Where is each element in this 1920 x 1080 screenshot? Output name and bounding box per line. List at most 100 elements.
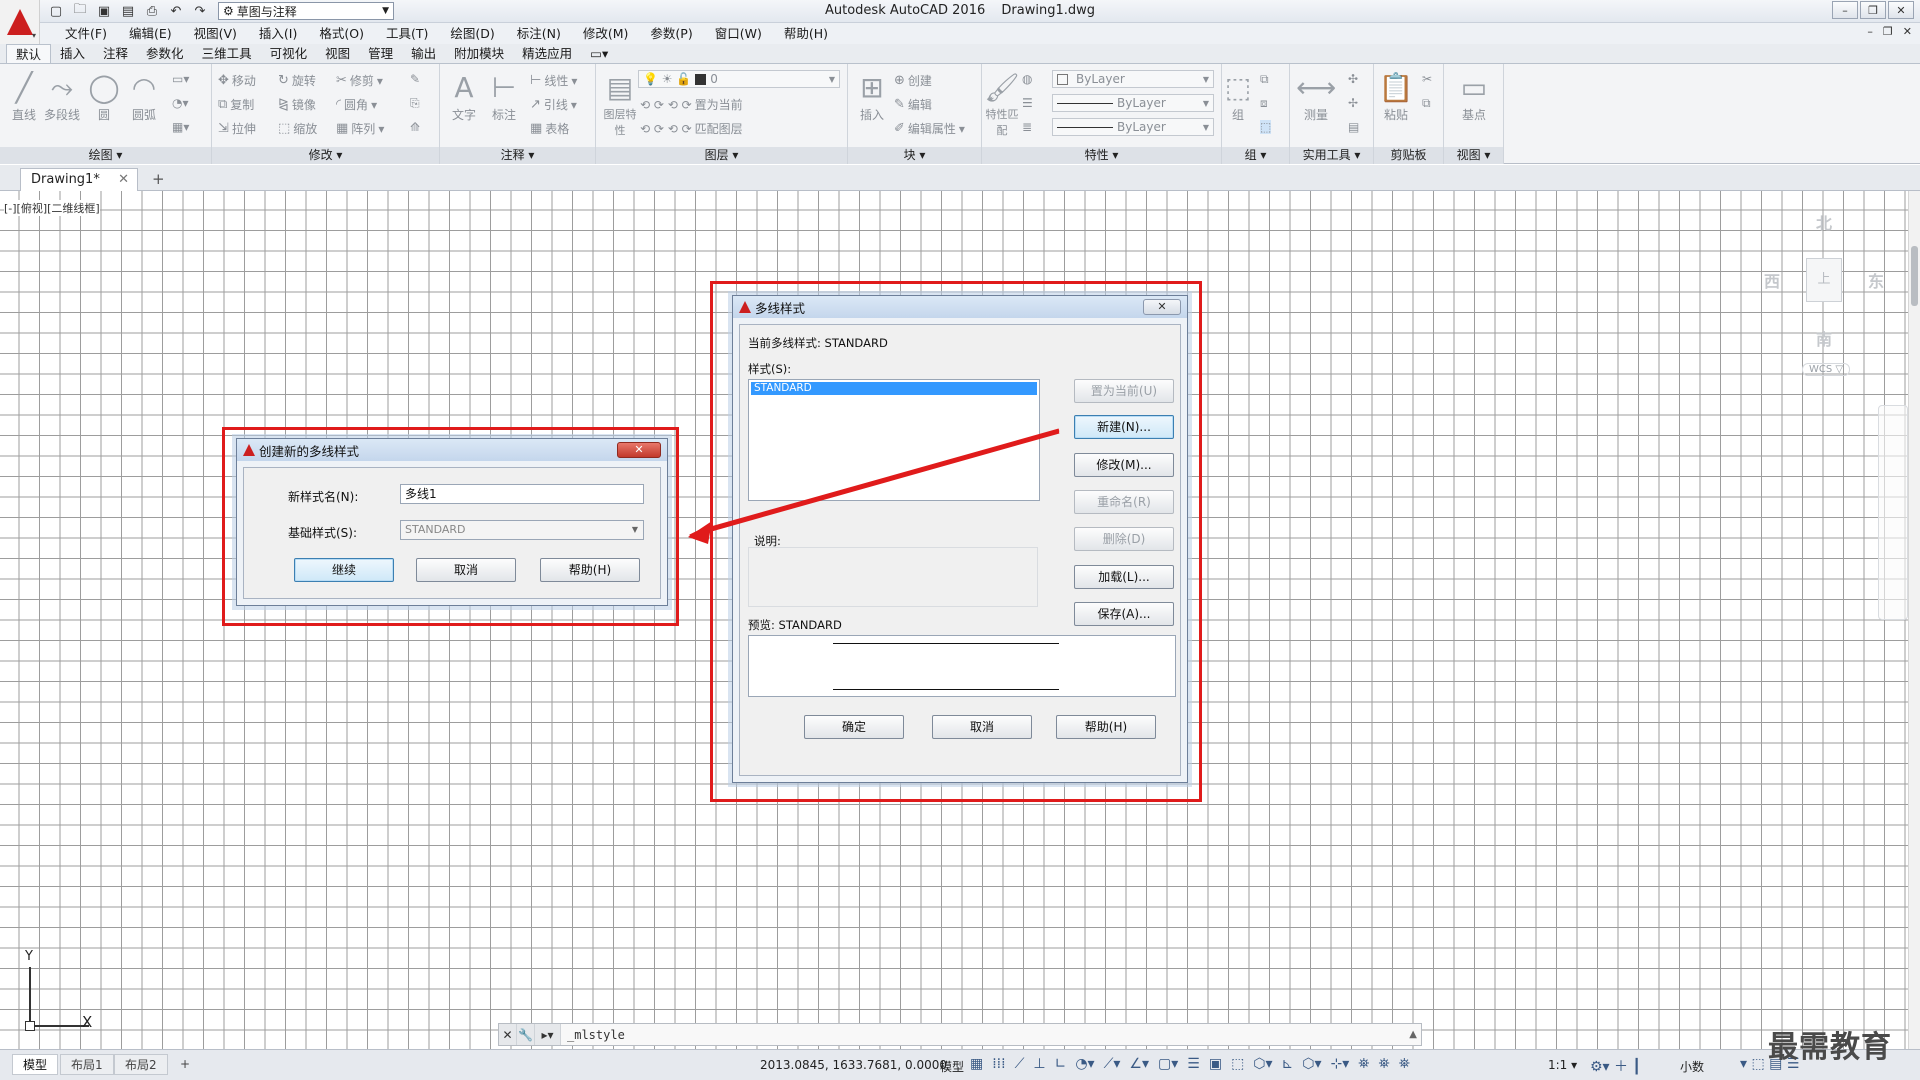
dialog-close-button[interactable]: ✕ (617, 442, 661, 458)
tab-featured-apps[interactable]: 精选应用 (513, 44, 581, 63)
list-icon[interactable]: ≣ (1022, 120, 1032, 134)
redo-icon[interactable]: ↷ (190, 2, 210, 20)
circle-tool[interactable]: ◯ 圆 (84, 70, 124, 123)
panel-title-modify[interactable]: 修改 ▾ (212, 147, 439, 164)
isodraft-icon[interactable]: ⟋▾ (1104, 1056, 1121, 1072)
close-tab-icon[interactable]: ✕ (118, 169, 129, 190)
panel-title-draw[interactable]: 绘图 ▾ (0, 147, 211, 164)
set-current-button[interactable]: 置为当前(U) (1074, 379, 1174, 403)
annotation-scale-dropdown[interactable]: 1:1 ▾ (1548, 1058, 1577, 1072)
viewcube-north[interactable]: 北 (1816, 210, 1832, 234)
rectangle-icon[interactable]: ▭▾ (172, 72, 189, 86)
base-style-select[interactable]: STANDARD ▼ (400, 520, 644, 540)
navigation-bar[interactable] (1878, 405, 1908, 620)
copy-clip-icon[interactable]: ⧉ (1422, 96, 1431, 111)
color-dropdown[interactable]: ByLayer ▼ (1052, 70, 1214, 88)
tab-addins[interactable]: 附加模块 (445, 44, 513, 63)
undo-icon[interactable]: ↶ (166, 2, 186, 20)
table-tool[interactable]: ▦ 表格 (530, 120, 569, 137)
create-block-tool[interactable]: ⊕ 创建 (894, 72, 932, 89)
model-space-toggle[interactable]: 模型 (940, 1058, 964, 1075)
save-icon[interactable]: ▣ (94, 2, 114, 20)
menu-view[interactable]: 视图(V) (183, 23, 248, 44)
dialog-close-button[interactable]: ✕ (1143, 299, 1181, 315)
grid-icon[interactable]: ▦ (970, 1056, 983, 1072)
add-layout-button[interactable]: + (170, 1054, 200, 1075)
rotate-tool[interactable]: ↻ 旋转 (278, 72, 316, 89)
lineweight-dropdown[interactable]: ByLayer ▼ (1052, 118, 1214, 136)
annotation-scale-icon[interactable]: ⛯ (1399, 1056, 1410, 1072)
object-snap-icon[interactable]: ▢▾ (1158, 1056, 1178, 1072)
insert-block-tool[interactable]: ⊞ 插入 (852, 70, 892, 123)
viewcube[interactable]: 北 西 东 南 上 WCS ▽ (1760, 210, 1900, 380)
cancel-button[interactable]: 取消 (416, 558, 516, 582)
edit-block-tool[interactable]: ✎ 编辑 (894, 96, 932, 113)
units-dropdown[interactable]: 小数 (1680, 1058, 1704, 1075)
layer-dropdown[interactable]: 💡 ☀ 🔓 0 ▼ (638, 70, 840, 88)
maximize-button[interactable]: ❐ (1860, 1, 1886, 19)
ok-button[interactable]: 确定 (804, 715, 904, 739)
tab-parametric[interactable]: 参数化 (137, 44, 193, 63)
command-history-icon[interactable]: ▸▾ (535, 1024, 561, 1045)
help-button[interactable]: 帮助(H) (1056, 715, 1156, 739)
tab-home[interactable]: 默认 (6, 44, 52, 63)
save-as-icon[interactable]: ▤ (118, 2, 138, 20)
selection-filter-icon[interactable]: ⬡▾ (1302, 1056, 1321, 1072)
panel-title-annotation[interactable]: 注释 ▾ (440, 147, 595, 164)
wcs-menu[interactable]: WCS ▽ (1802, 363, 1851, 376)
lineweight-icon[interactable]: ☰ (1187, 1056, 1200, 1072)
leader-tool[interactable]: ↗ 引线 ▾ (530, 96, 577, 113)
point-icon[interactable]: ✢ (1348, 96, 1358, 110)
match-properties-tool[interactable]: 🖌 特性匹配 (982, 70, 1022, 138)
menu-dimension[interactable]: 标注(N) (506, 23, 572, 44)
scrollbar-thumb[interactable] (1911, 246, 1918, 306)
fillet-tool[interactable]: ◜ 圆角 ▾ (336, 96, 377, 113)
wrench-icon[interactable]: 🔧 (517, 1024, 535, 1045)
styles-list[interactable]: STANDARD (748, 379, 1040, 501)
panel-title-properties[interactable]: 特性 ▾ (982, 147, 1221, 164)
panel-title-view[interactable]: 视图 ▾ (1444, 147, 1503, 164)
layer-tools-row2[interactable]: ⟲ ⟳ ⟲ ⟳ 匹配图层 (640, 120, 743, 137)
infer-icon[interactable]: ⟋ (1015, 1056, 1025, 1072)
panel-title-groups[interactable]: 组 ▾ (1222, 147, 1289, 164)
tab-output[interactable]: 输出 (402, 44, 445, 63)
new-tab-button[interactable]: + (152, 170, 165, 188)
panel-title-block[interactable]: 块 ▾ (848, 147, 981, 164)
object-snap-tracking-icon[interactable]: ∠▾ (1129, 1056, 1149, 1072)
viewcube-south[interactable]: 南 (1816, 326, 1832, 350)
annotation-autoscale-icon[interactable]: ⛯ (1379, 1056, 1390, 1072)
panel-title-clipboard[interactable]: 剪贴板 (1374, 147, 1443, 164)
linetype-dropdown[interactable]: ByLayer ▼ (1052, 94, 1214, 112)
workspace-switch-icon[interactable]: ⚙▾ ＋ ┃ (1590, 1056, 1641, 1076)
panel-title-layers[interactable]: 图层 ▾ (596, 147, 847, 164)
measure-tool[interactable]: ⟷ 测量 (1296, 70, 1336, 123)
coordinate-readout[interactable]: 2013.0845, 1633.7681, 0.0000 (760, 1058, 947, 1072)
menu-insert[interactable]: 插入(I) (248, 23, 308, 44)
ungroup-icon[interactable]: ⧉ (1260, 72, 1269, 87)
text-tool[interactable]: A 文字 (444, 70, 484, 123)
tab-3d-tools[interactable]: 三维工具 (193, 44, 261, 63)
workspace-selector[interactable]: ⚙ 草图与注释 ▼ (218, 2, 394, 20)
polyline-tool[interactable]: ⤳ 多段线 (42, 70, 82, 123)
menu-help[interactable]: 帮助(H) (773, 23, 839, 44)
3d-osnap-icon[interactable]: ⬡▾ (1253, 1056, 1272, 1072)
dimension-tool[interactable]: ⊢ 标注 (484, 70, 524, 123)
menu-edit[interactable]: 编辑(E) (118, 23, 183, 44)
continue-button[interactable]: 继续 (294, 558, 394, 582)
paste-tool[interactable]: 📋 粘贴 (1376, 70, 1416, 123)
cancel-button[interactable]: 取消 (932, 715, 1032, 739)
color-wheel-icon[interactable]: ◍ (1022, 72, 1032, 86)
close-button[interactable]: ✕ (1888, 1, 1914, 19)
dialog-title-bar[interactable]: 创建新的多线样式 (237, 439, 667, 461)
file-tab-drawing1[interactable]: Drawing1* ✕ (20, 168, 138, 191)
snap-icon[interactable]: ⁞⁞⁞ (992, 1056, 1005, 1072)
command-line[interactable]: ✕ 🔧 ▸▾ _mlstyle ▲ (498, 1023, 1422, 1046)
mirror-tool[interactable]: ⧎ 镜像 (278, 96, 316, 113)
viewcube-west[interactable]: 西 (1764, 268, 1780, 292)
layer-tools-row1[interactable]: ⟲ ⟳ ⟲ ⟳ 置为当前 (640, 96, 743, 113)
new-button[interactable]: 新建(N)... (1074, 415, 1174, 439)
tab-model[interactable]: 模型 (12, 1054, 59, 1075)
doc-close-icon[interactable]: ✕ (1903, 25, 1912, 38)
application-menu-button[interactable]: ▾ (0, 0, 40, 44)
menu-window[interactable]: 窗口(W) (704, 23, 773, 44)
